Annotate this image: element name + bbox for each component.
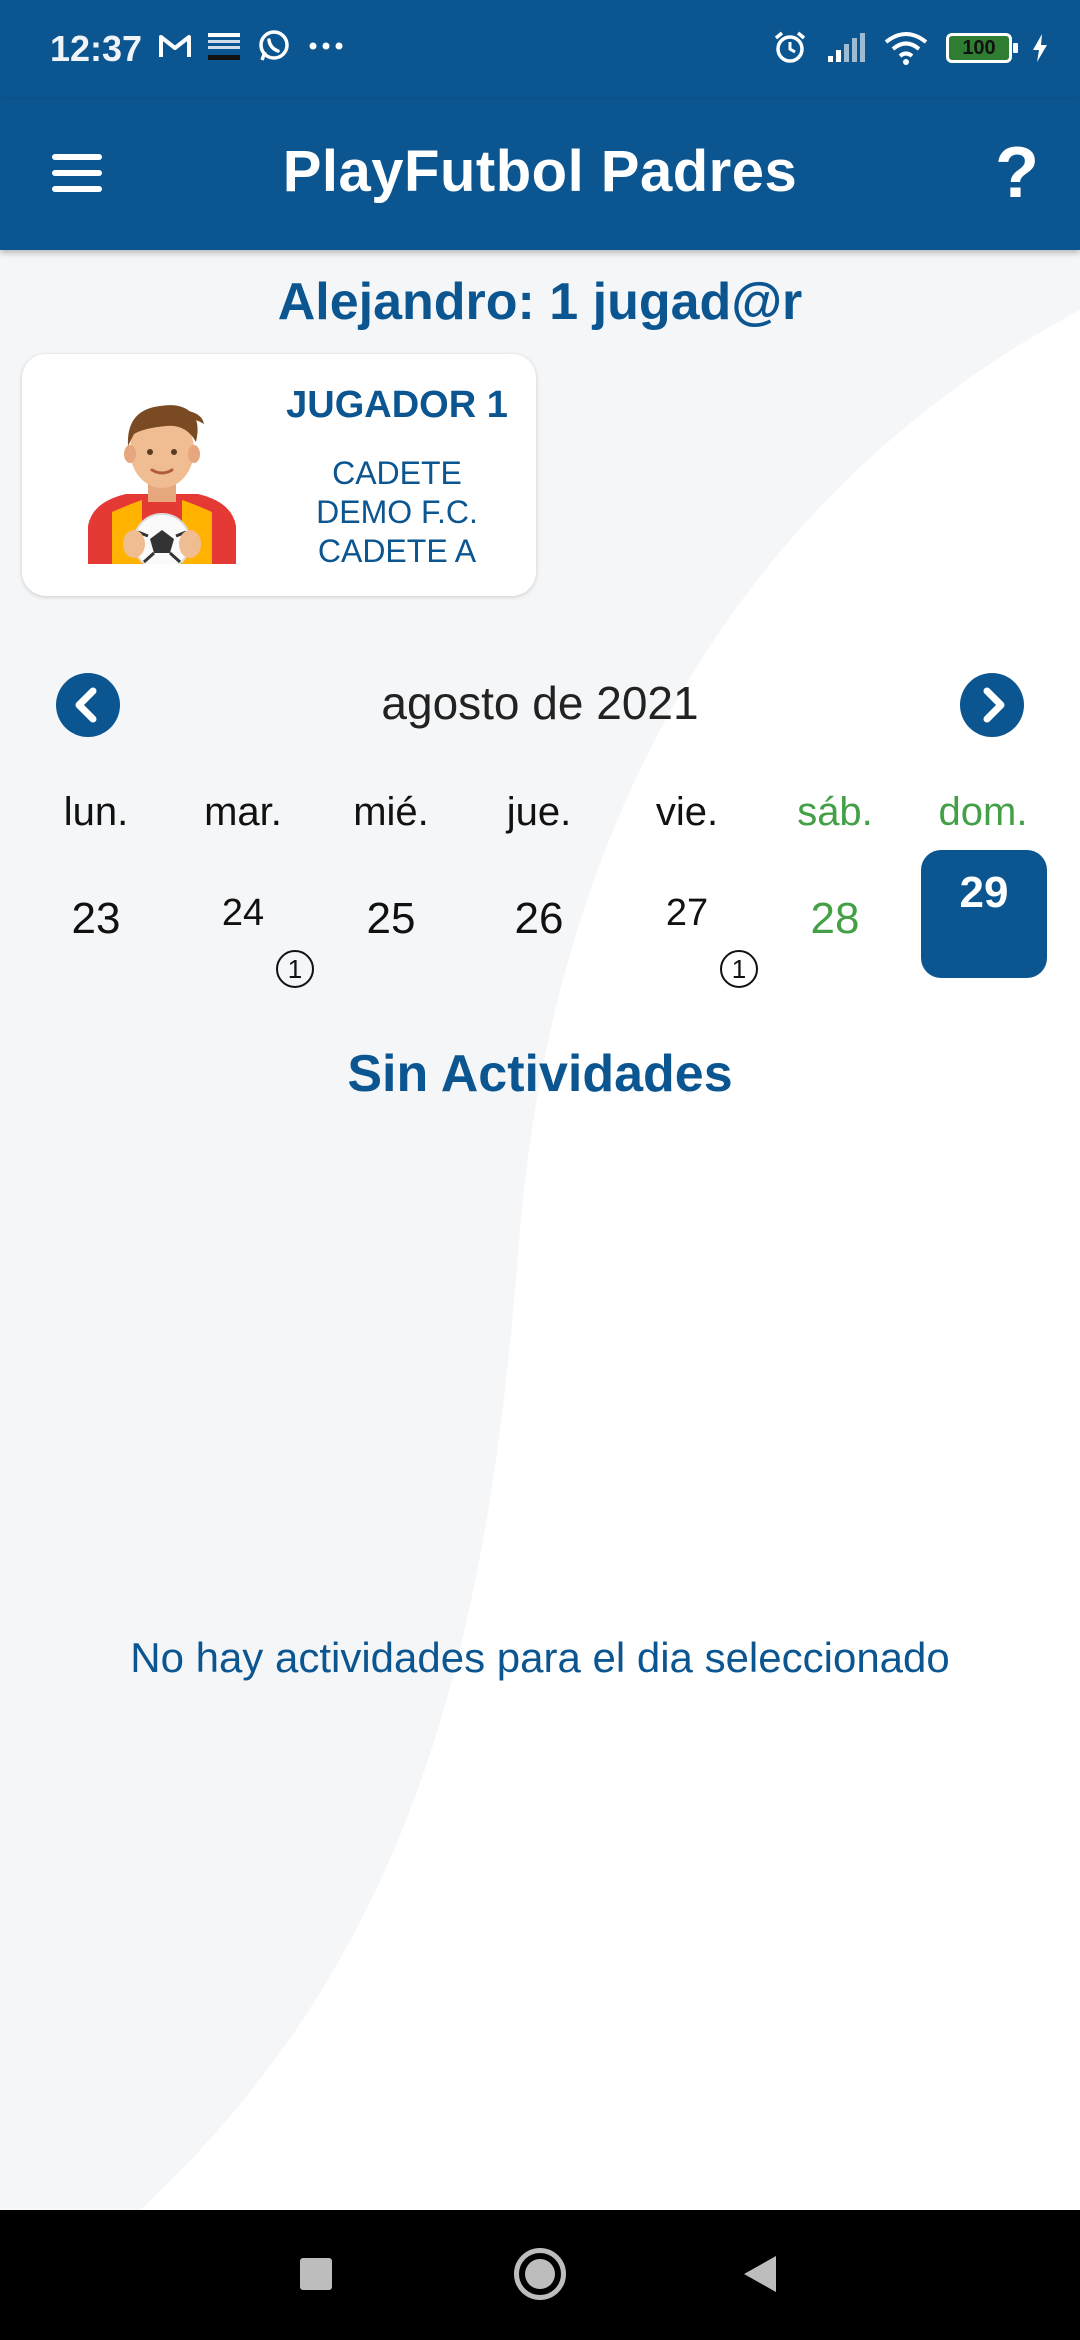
day-number: 28	[810, 894, 860, 943]
whatsapp-icon	[259, 30, 289, 61]
alarm-icon	[774, 31, 806, 63]
player-category: CADETE	[332, 455, 462, 491]
calendar-day[interactable]: 27 1	[624, 850, 758, 988]
weekday-label: vie.	[655, 790, 719, 834]
player-name: JUGADOR 1	[286, 384, 508, 426]
calendar-day[interactable]: 23	[33, 850, 159, 978]
player-avatar-icon	[88, 405, 236, 564]
calendar-week-row: 23 24 1 25 26 27 1 28 29	[0, 850, 1080, 990]
status-system-icons: 100	[772, 30, 1050, 66]
day-number: 27	[665, 892, 709, 934]
status-notification-icons	[158, 28, 346, 64]
home-button[interactable]	[514, 2248, 566, 2300]
empty-activities-message: No hay actividades para el dia seleccion…	[130, 1634, 950, 1681]
back-button[interactable]	[744, 2256, 776, 2292]
app-bar: PlayFutbol Padres ?	[0, 100, 1080, 250]
news-icon	[208, 33, 240, 60]
wifi-icon	[884, 32, 928, 65]
more-icon	[309, 42, 343, 50]
player-info: CADETE DEMO F.C. CADETE A	[252, 454, 542, 571]
activity-count-badge: 1	[720, 950, 758, 988]
system-navigation-bar	[0, 2210, 1080, 2340]
charging-icon	[1033, 34, 1047, 62]
weekday-label: mar.	[204, 790, 282, 834]
player-club: DEMO F.C.	[316, 494, 478, 530]
battery-level: 100	[962, 37, 996, 59]
weekday-label: mié.	[353, 790, 429, 834]
recent-apps-button[interactable]	[300, 2258, 332, 2290]
help-button[interactable]: ?	[982, 130, 1052, 216]
weekday-label: sáb.	[797, 790, 873, 834]
player-team: CADETE A	[317, 533, 477, 569]
day-number: 29	[959, 868, 1009, 917]
gmail-icon	[159, 35, 191, 57]
day-number: 24	[221, 892, 265, 934]
status-bar: 12:37 100	[0, 0, 1080, 100]
calendar-day[interactable]: 26	[476, 850, 602, 978]
weekday-label: dom.	[938, 790, 1028, 834]
day-number: 23	[71, 894, 121, 943]
weekday-label: jue.	[506, 790, 572, 834]
battery-icon: 100	[946, 33, 1018, 63]
activity-count-badge: 1	[276, 950, 314, 988]
next-month-button[interactable]	[960, 673, 1024, 737]
user-heading: Alejandro: 1 jugad@r	[277, 273, 803, 331]
chevron-right-icon	[983, 687, 1005, 723]
weekday-header-row: lun. mar. mié. jue. vie. sáb. dom.	[0, 790, 1080, 850]
day-number: 25	[366, 894, 416, 943]
activities-title: Sin Actividades	[347, 1045, 733, 1103]
status-time: 12:37	[50, 28, 143, 69]
month-label: agosto de 2021	[381, 677, 699, 729]
signal-icon	[828, 33, 865, 62]
day-number: 26	[514, 894, 564, 943]
player-card[interactable]: JUGADOR 1 CADETE DEMO F.C. CADETE A	[22, 354, 536, 596]
app-title: PlayFutbol Padres	[282, 139, 798, 204]
calendar-day[interactable]: 28	[772, 850, 898, 978]
month-navigation: agosto de 2021	[0, 660, 1080, 750]
weekday-label: lun.	[63, 790, 129, 834]
calendar-day-selected[interactable]: 29	[921, 850, 1047, 978]
calendar-day[interactable]: 25	[328, 850, 454, 978]
calendar-day[interactable]: 24 1	[180, 850, 314, 988]
